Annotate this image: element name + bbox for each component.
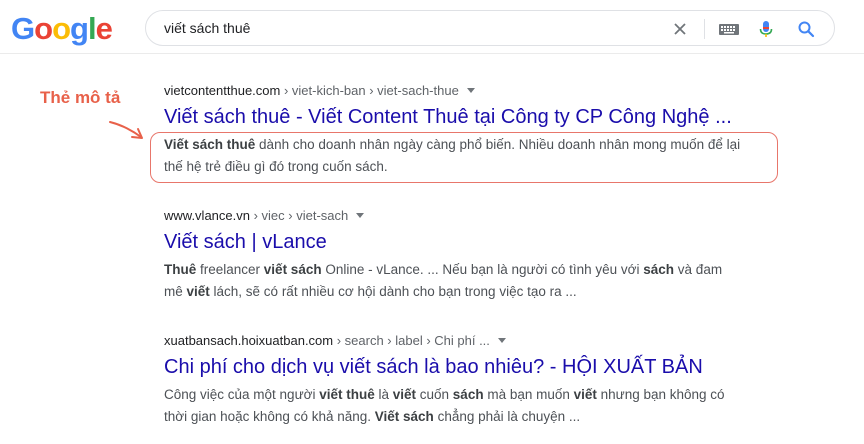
google-logo[interactable]: Google — [11, 11, 113, 47]
snippet-text: nhưng bạn không có — [596, 387, 725, 402]
snippet-keyword: sách — [643, 262, 675, 277]
logo-letter: o — [34, 11, 53, 46]
close-icon[interactable] — [670, 19, 690, 39]
search-result: xuatbansach.hoixuatban.com › search › la… — [164, 332, 754, 428]
logo-letter: G — [11, 11, 35, 46]
search-input[interactable]: viết sách thuê — [164, 11, 250, 47]
result-path: › search › label › Chi phí ... — [333, 333, 490, 348]
search-result: vietcontentthue.com › viet-kich-ban › vi… — [164, 82, 754, 178]
logo-letter: e — [95, 11, 113, 46]
keyboard-icon[interactable] — [718, 19, 740, 39]
caret-down-icon[interactable] — [356, 213, 365, 219]
snippet-keyword: Thuê — [164, 262, 197, 277]
microphone-icon[interactable] — [756, 19, 776, 39]
snippet-text: thế hệ trẻ điều gì đó trong cuốn sách. — [164, 159, 388, 174]
search-header: Google viết sách thuê — [0, 0, 864, 54]
snippet-keyword: viết sách — [263, 262, 322, 277]
snippet-keyword: sách — [452, 387, 484, 402]
snippet-text: thời gian hoặc không có khả năng. — [164, 409, 375, 424]
result-title-link[interactable]: Viết sách | vLance — [164, 229, 754, 255]
annotation-arrow-icon — [108, 118, 148, 149]
snippet-keyword: viết — [573, 387, 597, 402]
logo-letter: l — [87, 11, 97, 46]
search-icon[interactable] — [796, 19, 816, 39]
snippet-text: dành cho doanh nhân ngày càng phổ biến. … — [255, 137, 741, 152]
snippet-text: và đam — [674, 262, 723, 277]
search-divider — [704, 19, 705, 39]
result-cite[interactable]: www.vlance.vn › viec › viet-sach — [164, 207, 754, 225]
snippet-text: Online - vLance. ... Nếu bạn là người có… — [321, 262, 644, 277]
snippet-line: thời gian hoặc không có khả năng. Viết s… — [164, 406, 754, 428]
annotation-label: Thẻ mô tả — [40, 88, 121, 107]
snippet-text: freelancer — [196, 262, 264, 277]
snippet-keyword: viết thuê — [319, 387, 375, 402]
snippet-keyword: Viết sách thuê — [164, 137, 256, 152]
snippet-text: là — [374, 387, 393, 402]
result-cite[interactable]: xuatbansach.hoixuatban.com › search › la… — [164, 332, 754, 350]
snippet-line: thế hệ trẻ điều gì đó trong cuốn sách. — [164, 156, 754, 178]
snippet-line: Công việc của một người viết thuê là viế… — [164, 384, 754, 406]
result-site: xuatbansach.hoixuatban.com — [164, 333, 334, 348]
result-snippet: Công việc của một người viết thuê là viế… — [164, 384, 754, 428]
snippet-line: Viết sách thuê dành cho doanh nhân ngày … — [164, 134, 754, 156]
snippet-text: mà bạn muốn — [483, 387, 574, 402]
result-snippet: Thuê freelancer viết sách Online - vLanc… — [164, 259, 754, 303]
snippet-text: lách, sẽ có rất nhiều cơ hội dành cho bạ… — [209, 284, 577, 299]
snippet-keyword: viết — [392, 387, 417, 402]
snippet-line: Thuê freelancer viết sách Online - vLanc… — [164, 259, 754, 281]
caret-down-icon[interactable] — [497, 338, 506, 344]
result-cite[interactable]: vietcontentthue.com › viet-kich-ban › vi… — [164, 82, 754, 100]
snippet-keyword: viết — [186, 284, 210, 299]
snippet-keyword: Viết sách — [374, 409, 434, 424]
result-path: › viet-kich-ban › viet-sach-thue — [280, 83, 459, 98]
caret-down-icon[interactable] — [466, 88, 475, 94]
logo-letter: g — [70, 11, 89, 46]
result-path: › viec › viet-sach — [249, 208, 349, 223]
result-snippet: Viết sách thuê dành cho doanh nhân ngày … — [164, 134, 754, 178]
result-title-link[interactable]: Chi phí cho dịch vụ viết sách là bao nhi… — [164, 354, 754, 380]
search-result: www.vlance.vn › viec › viet-sach Viết sá… — [164, 207, 754, 303]
logo-letter: o — [52, 11, 71, 46]
result-title-link[interactable]: Viết sách thuê - Viết Content Thuê tại C… — [164, 104, 754, 130]
snippet-line: mê viết lách, sẽ có rất nhiều cơ hội dàn… — [164, 281, 754, 303]
snippet-text: cuốn — [416, 387, 453, 402]
search-box[interactable]: viết sách thuê — [145, 10, 835, 46]
snippet-text: mê — [164, 284, 187, 299]
result-site: vietcontentthue.com — [164, 83, 281, 98]
result-site: www.vlance.vn — [164, 208, 250, 223]
snippet-text: Công việc của một người — [164, 387, 320, 402]
snippet-text: chẳng phải là chuyện ... — [433, 409, 581, 424]
